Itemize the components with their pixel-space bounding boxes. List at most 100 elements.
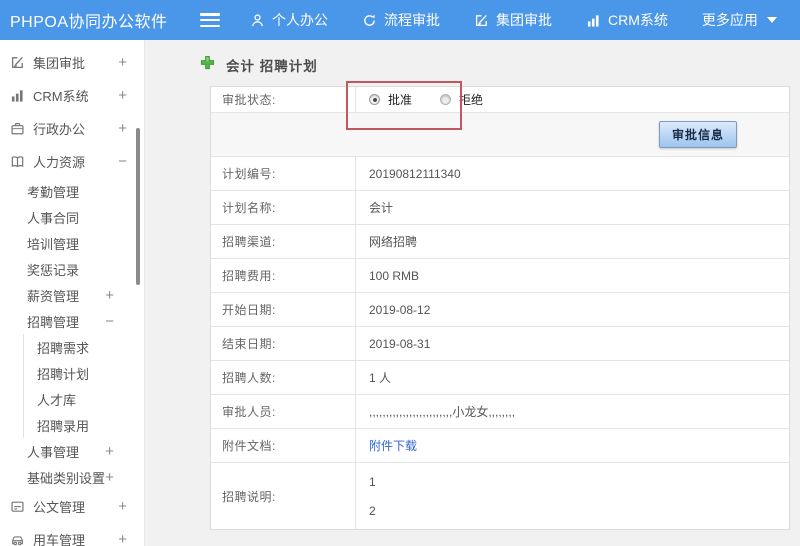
sidebar: 集团审批 + CRM系统 + 行政办公 + 人力资源 − 考勤管理人事合同培训管理奖惩记录 薪资管… — [0, 40, 145, 546]
nav-item-more-apps[interactable]: 更多应用 — [702, 10, 777, 30]
sidebar-item-label: 考勤管理 — [27, 184, 80, 200]
hamburger-menu-icon[interactable] — [200, 13, 220, 27]
sidebar-item-personnel-mgmt[interactable]: 人事管理 + — [0, 438, 144, 464]
expand-plus-icon[interactable]: + — [118, 121, 127, 136]
expand-plus-icon[interactable]: + — [105, 470, 114, 485]
field-value: 会计 — [369, 201, 394, 215]
field-label: 招聘说明: — [211, 463, 356, 529]
radio-approve-label: 批准 — [388, 93, 413, 107]
nav-item-label: 个人办公 — [272, 12, 328, 28]
sidebar-item-label: CRM系统 — [33, 89, 89, 104]
sidebar-item-crm-system[interactable]: CRM系统 + — [0, 79, 144, 112]
sidebar-item-label: 用车管理 — [33, 533, 86, 546]
briefcase-icon — [10, 121, 25, 136]
field-label: 结束日期: — [211, 327, 356, 360]
field-value: 12 — [356, 463, 789, 529]
sidebar-item-human-resources[interactable]: 人力资源 − — [0, 145, 144, 178]
navbar-menu: 个人办公 流程审批 集团审批 CRM系统 更多应用 — [250, 10, 777, 30]
field-value: 2019-08-12 — [369, 302, 431, 317]
field-row-start-date: 开始日期: 2019-08-12 — [211, 293, 789, 327]
sidebar-item-label: 招聘计划 — [37, 366, 90, 382]
top-navbar: PHPOA协同办公软件 个人办公 流程审批 集团审批 CRM系统 更多应用 — [0, 0, 800, 40]
field-label: 招聘费用: — [211, 259, 356, 292]
sidebar-item-salary-mgmt[interactable]: 薪资管理 + — [0, 282, 144, 308]
sidebar-item-reward-records[interactable]: 奖惩记录 — [0, 256, 144, 282]
expand-plus-icon[interactable]: + — [118, 532, 127, 546]
caret-down-icon — [766, 17, 777, 23]
sidebar-item-label: 集团审批 — [33, 56, 86, 71]
expand-plus-icon[interactable]: + — [118, 55, 127, 70]
person-icon — [250, 13, 265, 28]
sidebar-item-base-categories[interactable]: 基础类别设置 + — [0, 464, 144, 490]
nav-item-label: CRM系统 — [608, 12, 668, 28]
sidebar-item-recruit-plan[interactable]: 招聘计划 — [23, 360, 144, 386]
field-row-recruit-channel: 招聘渠道: 网络招聘 — [211, 225, 789, 259]
field-value: 100 RMB — [369, 268, 420, 283]
book-icon — [10, 154, 25, 169]
field-value: 附件下载 — [356, 429, 789, 462]
expand-plus-icon[interactable]: + — [118, 88, 127, 103]
sidebar-item-vehicle-mgmt[interactable]: 用车管理 + — [0, 523, 144, 546]
field-label: 招聘渠道: — [211, 225, 356, 258]
field-row-end-date: 结束日期: 2019-08-31 — [211, 327, 789, 361]
radio-approve-input[interactable] — [369, 94, 380, 105]
app-logo[interactable]: PHPOA协同办公软件 — [0, 8, 192, 32]
expand-plus-icon[interactable]: + — [118, 499, 127, 514]
sidebar-item-document-mgmt[interactable]: 公文管理 + — [0, 490, 144, 523]
sidebar-item-label: 公文管理 — [33, 500, 86, 515]
sidebar-item-label: 行政办公 — [33, 122, 86, 137]
sidebar-item-recruit-hire[interactable]: 招聘录用 — [23, 412, 144, 438]
field-row-approval-status: 审批状态: 批准 拒绝 — [211, 87, 789, 113]
nav-item-process-approval[interactable]: 流程审批 — [362, 10, 440, 30]
collapse-minus-icon[interactable]: − — [105, 314, 114, 329]
sidebar-item-hr-contract[interactable]: 人事合同 — [0, 204, 144, 230]
radio-reject-input[interactable] — [440, 94, 452, 105]
field-row-recruit-desc: 招聘说明: 1 2 — [211, 463, 789, 529]
field-value-line: 2 — [369, 503, 376, 518]
bar-chart-icon — [586, 13, 601, 28]
detail-table: 审批状态: 批准 拒绝 审批信息 计划编号: 20190812111340 计划名称… — [210, 81, 790, 530]
document-icon — [10, 499, 25, 514]
nav-item-label: 更多应用 — [701, 12, 758, 28]
main-content: 会计 招聘计划 审批状态: 批准 拒绝 审批信息 计划编号: 201908121… — [145, 40, 800, 546]
field-label: 开始日期: — [211, 293, 356, 326]
sidebar-scrollbar[interactable] — [136, 128, 140, 285]
expand-plus-icon[interactable]: + — [105, 288, 114, 303]
sidebar-item-label: 招聘需求 — [37, 340, 90, 356]
expand-plus-icon[interactable]: + — [105, 444, 114, 459]
field-label: 审批人员: — [211, 395, 356, 428]
field-value: 网络招聘 — [369, 235, 418, 249]
sidebar-item-attendance-mgmt[interactable]: 考勤管理 — [0, 178, 144, 204]
radio-approve[interactable]: 批准 — [369, 91, 412, 108]
radio-reject[interactable]: 拒绝 — [440, 91, 483, 108]
process-arrow-icon — [362, 13, 377, 28]
nav-item-crm-system[interactable]: CRM系统 — [586, 10, 668, 30]
attachment-download-link[interactable]: 附件下载 — [369, 437, 417, 454]
edit-square-icon — [10, 55, 25, 70]
main-layout: 集团审批 + CRM系统 + 行政办公 + 人力资源 − 考勤管理人事合同培训管理奖惩记录 薪资管… — [0, 40, 800, 546]
field-label: 附件文档: — [211, 429, 356, 462]
sidebar-item-admin-office[interactable]: 行政办公 + — [0, 112, 144, 145]
sidebar-item-label: 人事合同 — [27, 210, 80, 226]
approval-info-button[interactable]: 审批信息 — [658, 121, 737, 148]
approval-button-row: 审批信息 — [211, 113, 789, 157]
sidebar-item-label: 基础类别设置 — [27, 470, 106, 486]
field-value: 1 人 — [369, 371, 392, 385]
nav-item-personal-office[interactable]: 个人办公 — [250, 10, 328, 30]
page-title: 会计 招聘计划 — [226, 59, 318, 74]
sidebar-item-talent-pool[interactable]: 人才库 — [23, 386, 144, 412]
sidebar-item-recruit-demand[interactable]: 招聘需求 — [23, 334, 144, 360]
sidebar-item-recruit-mgmt[interactable]: 招聘管理 − — [0, 308, 144, 334]
nav-item-group-approval[interactable]: 集团审批 — [474, 10, 552, 30]
field-row-recruit-cost: 招聘费用: 100 RMB — [211, 259, 789, 293]
field-value-line: 1 — [369, 474, 376, 489]
sidebar-item-label: 人事管理 — [27, 444, 80, 460]
breadcrumb: 会计 招聘计划 — [200, 55, 800, 75]
sidebar-item-training-mgmt[interactable]: 培训管理 — [0, 230, 144, 256]
field-label: 计划名称: — [211, 191, 356, 224]
sidebar-item-label: 培训管理 — [27, 236, 80, 252]
add-plus-icon[interactable] — [200, 55, 215, 75]
field-row-approvers: 审批人员: ,,,,,,,,,,,,,,,,,,,,,,,,,小龙女,,,,,,,… — [211, 395, 789, 429]
collapse-minus-icon[interactable]: − — [118, 154, 127, 169]
sidebar-item-group-approval[interactable]: 集团审批 + — [0, 46, 144, 79]
